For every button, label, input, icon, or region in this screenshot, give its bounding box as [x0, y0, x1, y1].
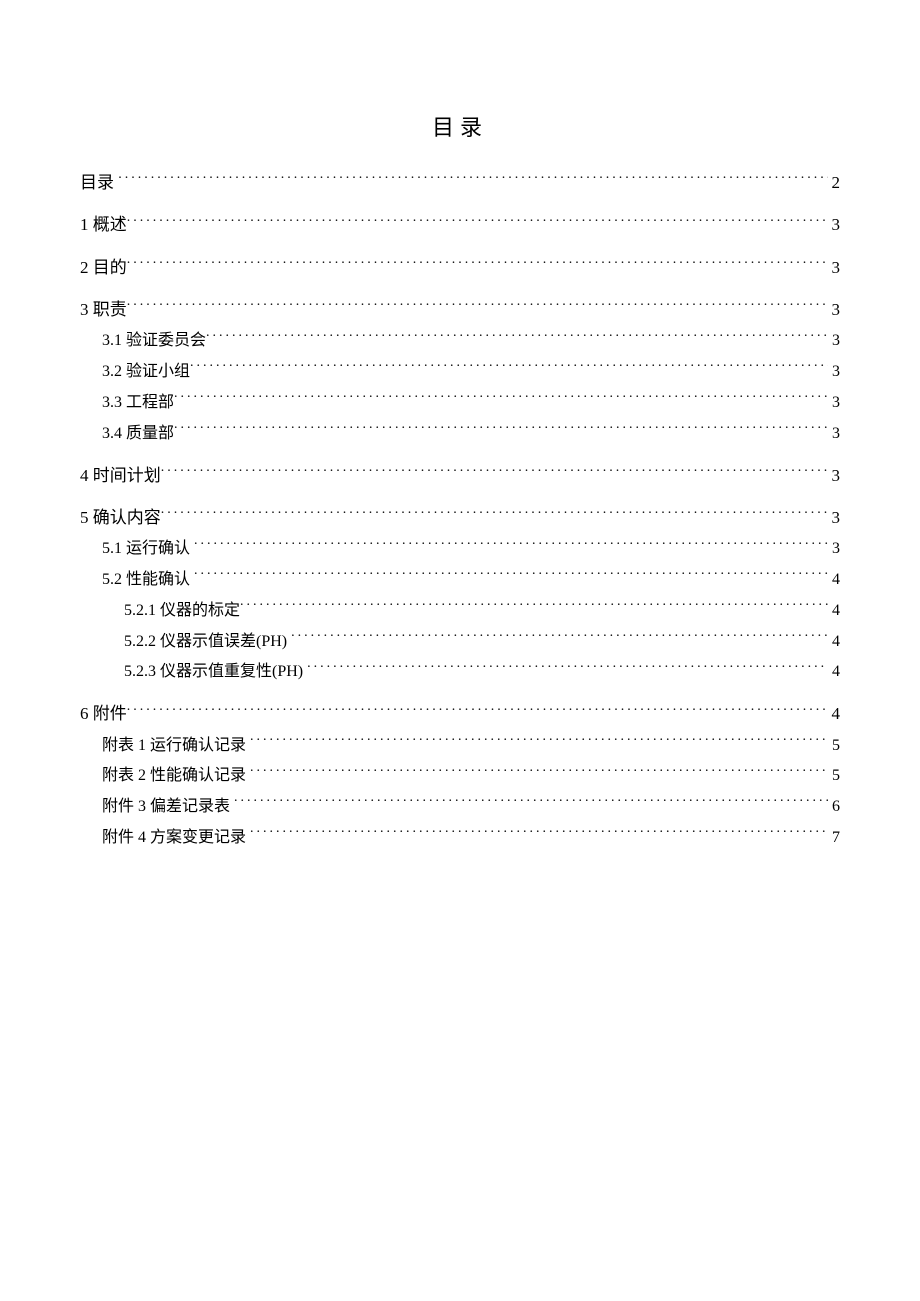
document-page: 目录 目录 2 1 概述 3 2 目的 3 3 职责 3 3.1 验证委员会 3	[0, 0, 920, 1301]
toc-label: 5.2.3 仪器示值重复性(PH)	[124, 660, 303, 685]
toc-leader	[190, 360, 828, 376]
toc-leader	[307, 660, 828, 676]
toc-label: 5 确认内容	[80, 505, 161, 531]
toc-entry: 附件 3 偏差记录表 6	[80, 795, 840, 820]
toc-page: 5	[828, 734, 840, 759]
toc-leader	[127, 702, 828, 719]
toc-leader	[291, 630, 828, 646]
toc-label: 3.4 质量部	[102, 422, 174, 447]
toc-entry: 3 职责 3	[80, 297, 840, 323]
toc-leader	[174, 391, 828, 407]
toc-page: 3	[828, 297, 841, 323]
toc-label: 附件 4 方案变更记录	[102, 826, 246, 851]
toc-leader	[127, 256, 828, 273]
toc-page: 7	[828, 826, 840, 851]
toc-leader	[250, 826, 828, 842]
toc-leader	[250, 734, 828, 750]
toc-label: 4 时间计划	[80, 463, 161, 489]
toc-label: 3.2 验证小组	[102, 360, 190, 385]
toc-page: 6	[828, 795, 840, 820]
toc-entry: 5 确认内容 3	[80, 505, 840, 531]
toc-label: 附件 3 偏差记录表	[102, 795, 230, 820]
toc-entry: 附表 2 性能确认记录 5	[80, 764, 840, 789]
toc-entry: 5.2 性能确认 4	[80, 568, 840, 593]
toc-page: 3	[828, 255, 841, 281]
toc-page: 4	[828, 599, 840, 624]
toc-page: 3	[828, 422, 840, 447]
toc-leader	[174, 422, 828, 438]
toc-leader	[240, 599, 828, 615]
toc-title: 目录	[80, 110, 840, 142]
toc-entry: 3.1 验证委员会 3	[80, 329, 840, 354]
toc-page: 3	[828, 212, 841, 238]
toc-leader	[127, 213, 828, 230]
toc-label: 附表 1 运行确认记录	[102, 734, 246, 759]
toc-page: 3	[828, 360, 840, 385]
toc-entry: 附表 1 运行确认记录 5	[80, 734, 840, 759]
toc-page: 4	[828, 660, 840, 685]
toc-entry: 1 概述 3	[80, 212, 840, 238]
toc-leader	[127, 298, 828, 315]
toc-entry: 3.4 质量部 3	[80, 422, 840, 447]
toc-page: 4	[828, 630, 840, 655]
toc-label: 3.1 验证委员会	[102, 329, 206, 354]
toc-leader	[194, 537, 828, 553]
toc-entry: 3.3 工程部 3	[80, 391, 840, 416]
toc-label: 附表 2 性能确认记录	[102, 764, 246, 789]
toc-leader	[161, 464, 828, 481]
toc-label: 3.3 工程部	[102, 391, 174, 416]
toc-leader	[206, 329, 828, 345]
toc-page: 3	[828, 329, 840, 354]
toc-label: 目录	[80, 170, 114, 196]
toc-label: 2 目的	[80, 255, 127, 281]
toc-page: 2	[828, 170, 841, 196]
toc-entry: 5.1 运行确认 3	[80, 537, 840, 562]
toc-label: 5.2.2 仪器示值误差(PH)	[124, 630, 287, 655]
toc-list: 目录 2 1 概述 3 2 目的 3 3 职责 3 3.1 验证委员会 3 3.…	[80, 170, 840, 851]
toc-leader	[234, 795, 828, 811]
toc-entry: 6 附件 4	[80, 701, 840, 727]
toc-page: 5	[828, 764, 840, 789]
toc-page: 3	[828, 537, 840, 562]
toc-label: 5.2 性能确认	[102, 568, 190, 593]
toc-leader	[194, 568, 828, 584]
toc-entry: 5.2.2 仪器示值误差(PH) 4	[80, 630, 840, 655]
toc-page: 4	[828, 568, 840, 593]
toc-leader	[118, 171, 827, 188]
toc-entry: 目录 2	[80, 170, 840, 196]
toc-page: 3	[828, 463, 841, 489]
toc-leader	[250, 764, 828, 780]
toc-entry: 5.2.3 仪器示值重复性(PH) 4	[80, 660, 840, 685]
toc-entry: 附件 4 方案变更记录 7	[80, 826, 840, 851]
toc-label: 5.1 运行确认	[102, 537, 190, 562]
toc-label: 6 附件	[80, 701, 127, 727]
toc-entry: 4 时间计划 3	[80, 463, 840, 489]
toc-page: 3	[828, 391, 840, 416]
toc-entry: 5.2.1 仪器的标定 4	[80, 599, 840, 624]
toc-entry: 2 目的 3	[80, 255, 840, 281]
toc-leader	[161, 506, 828, 523]
toc-page: 3	[828, 505, 841, 531]
toc-label: 1 概述	[80, 212, 127, 238]
toc-label: 5.2.1 仪器的标定	[124, 599, 240, 624]
toc-label: 3 职责	[80, 297, 127, 323]
toc-entry: 3.2 验证小组 3	[80, 360, 840, 385]
toc-page: 4	[828, 701, 841, 727]
